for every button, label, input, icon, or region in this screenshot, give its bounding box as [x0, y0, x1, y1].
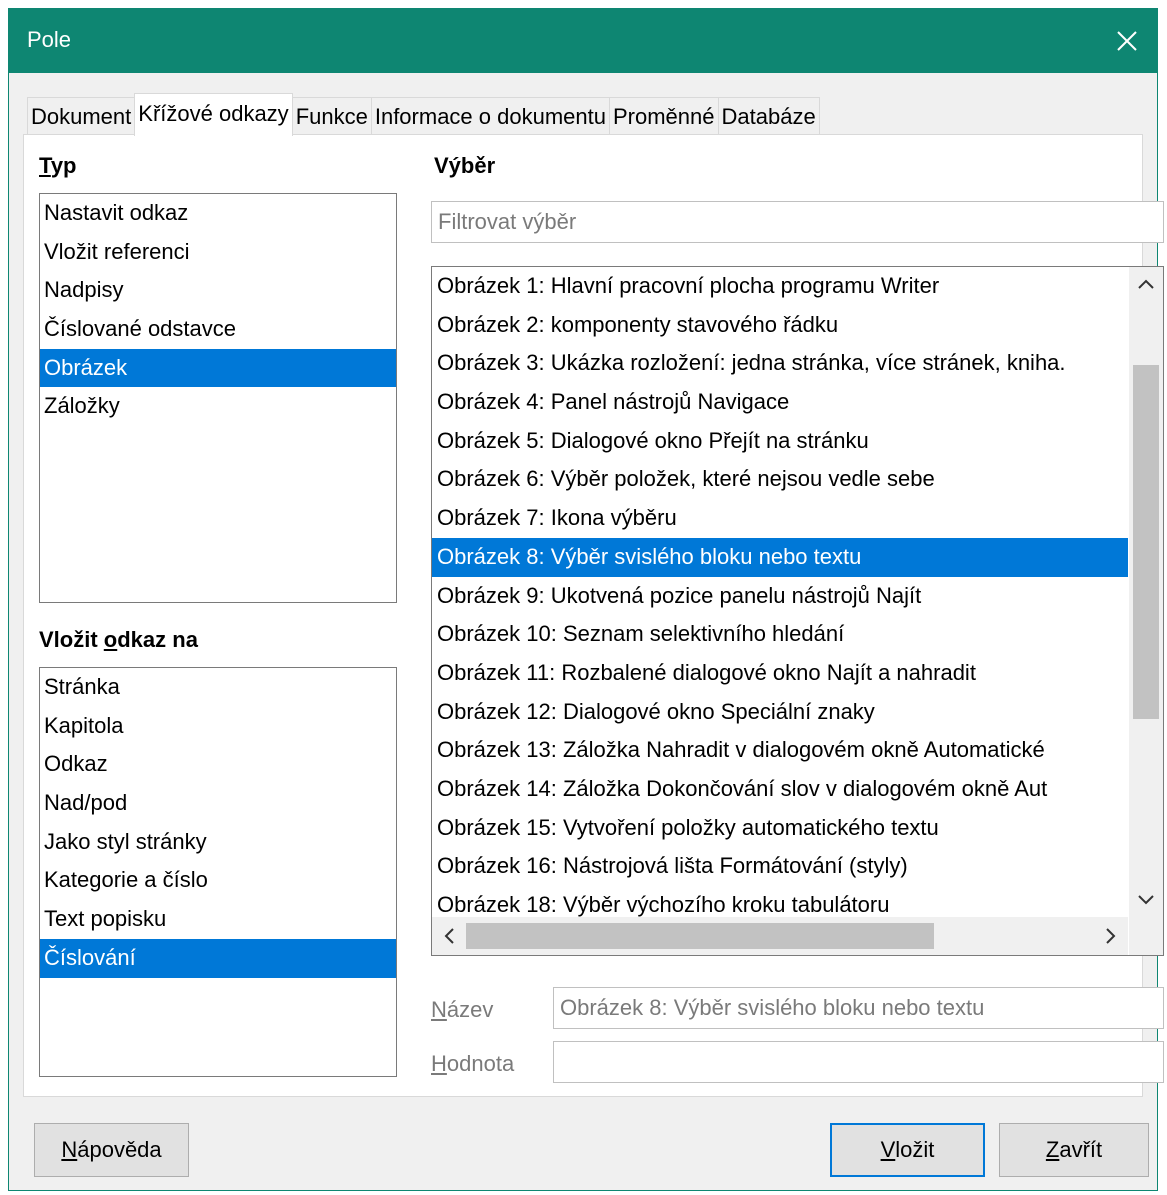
selection-rows: Obrázek 1: Hlavní pracovní plocha progra…: [432, 267, 1128, 917]
chevron-down-icon: [1138, 895, 1154, 905]
list-item[interactable]: Stránka: [40, 668, 396, 707]
list-item[interactable]: Obrázek 18: Výběr výchozího kroku tabulá…: [432, 886, 1128, 917]
tab-funkce[interactable]: Funkce: [291, 97, 372, 136]
list-item[interactable]: Text popisku: [40, 900, 396, 939]
list-item[interactable]: Nadpisy: [40, 271, 396, 310]
tab-panel: Typ Nastavit odkaz Vložit referenci Nadp…: [23, 134, 1164, 1097]
vertical-scrollbar[interactable]: [1129, 267, 1163, 917]
close-button[interactable]: Zavřít: [999, 1123, 1149, 1177]
tab-promenne[interactable]: Proměnné: [608, 97, 719, 136]
close-window-button[interactable]: [1097, 9, 1157, 73]
list-item-selected[interactable]: Obrázek: [40, 348, 396, 388]
type-list[interactable]: Nastavit odkaz Vložit referenci Nadpisy …: [39, 193, 397, 603]
list-item[interactable]: Odkaz: [40, 745, 396, 784]
value-field[interactable]: [553, 1041, 1164, 1083]
list-item[interactable]: Obrázek 5: Dialogové okno Přejít na strá…: [432, 422, 1128, 461]
dialog-window: Pole Dokument Křížové odkazy Funkce Info…: [8, 8, 1164, 1191]
value-label: Hodnota: [431, 1051, 515, 1076]
name-label: Název: [431, 997, 494, 1022]
selection-label: Výběr: [434, 153, 496, 178]
list-item[interactable]: Záložky: [40, 387, 396, 426]
list-item[interactable]: Obrázek 16: Nástrojová lišta Formátování…: [432, 847, 1128, 886]
scroll-right-button[interactable]: [1094, 917, 1128, 955]
chevron-right-icon: [1106, 928, 1116, 944]
chevron-left-icon: [444, 928, 454, 944]
tab-bar: Dokument Křížové odkazy Funkce Informace…: [27, 93, 820, 136]
list-item[interactable]: Jako styl stránky: [40, 823, 396, 862]
list-item[interactable]: Kapitola: [40, 707, 396, 746]
name-field[interactable]: Obrázek 8: Výběr svislého bloku nebo tex…: [553, 987, 1164, 1029]
list-item[interactable]: Nastavit odkaz: [40, 194, 396, 233]
list-item-selected[interactable]: Obrázek 8: Výběr svislého bloku nebo tex…: [432, 537, 1128, 577]
chevron-up-icon: [1138, 279, 1154, 289]
list-item[interactable]: Obrázek 2: komponenty stavového řádku: [432, 306, 1128, 345]
window-title: Pole: [27, 27, 72, 52]
selection-list[interactable]: Obrázek 1: Hlavní pracovní plocha progra…: [431, 266, 1164, 956]
list-item[interactable]: Obrázek 10: Seznam selektivního hledání: [432, 615, 1128, 654]
list-item[interactable]: Obrázek 1: Hlavní pracovní plocha progra…: [432, 267, 1128, 306]
horizontal-scroll-thumb[interactable]: [466, 923, 934, 949]
list-item[interactable]: Obrázek 7: Ikona výběru: [432, 499, 1128, 538]
help-button[interactable]: Nápověda: [34, 1123, 189, 1177]
scrollbar-corner: [1129, 917, 1163, 955]
vertical-scroll-thumb[interactable]: [1133, 365, 1159, 719]
list-item[interactable]: Obrázek 6: Výběr položek, které nejsou v…: [432, 460, 1128, 499]
list-item-selected[interactable]: Číslování: [40, 938, 396, 978]
scroll-up-button[interactable]: [1129, 267, 1163, 301]
list-item[interactable]: Obrázek 15: Vytvoření položky automatick…: [432, 809, 1128, 848]
tab-databaze[interactable]: Databáze: [717, 97, 820, 136]
list-item[interactable]: Obrázek 4: Panel nástrojů Navigace: [432, 383, 1128, 422]
list-item[interactable]: Obrázek 12: Dialogové okno Speciální zna…: [432, 693, 1128, 732]
list-item[interactable]: Obrázek 3: Ukázka rozložení: jedna strán…: [432, 344, 1128, 383]
scroll-down-button[interactable]: [1129, 883, 1163, 917]
insert-reference-label: Vložit odkaz na: [39, 627, 198, 652]
tab-informace-o-dokumentu[interactable]: Informace o dokumentu: [370, 97, 610, 136]
list-item[interactable]: Obrázek 11: Rozbalené dialogové okno Naj…: [432, 654, 1128, 693]
list-item[interactable]: Nad/pod: [40, 784, 396, 823]
filter-input[interactable]: Filtrovat výběr: [431, 201, 1164, 243]
list-item[interactable]: Obrázek 13: Záložka Nahradit v dialogové…: [432, 731, 1128, 770]
list-item[interactable]: Vložit referenci: [40, 233, 396, 272]
insert-reference-list[interactable]: Stránka Kapitola Odkaz Nad/pod Jako styl…: [39, 667, 397, 1077]
list-item[interactable]: Obrázek 14: Záložka Dokončování slov v d…: [432, 770, 1128, 809]
list-item[interactable]: Obrázek 9: Ukotvená pozice panelu nástro…: [432, 577, 1128, 616]
title-bar: Pole: [9, 9, 1157, 73]
list-item[interactable]: Číslované odstavce: [40, 310, 396, 349]
scroll-left-button[interactable]: [432, 917, 466, 955]
tab-krizove-odkazy[interactable]: Křížové odkazy: [134, 93, 293, 136]
insert-button[interactable]: Vložit: [830, 1123, 985, 1177]
horizontal-scrollbar[interactable]: [432, 917, 1128, 955]
type-label: Typ: [39, 153, 77, 178]
list-item[interactable]: Kategorie a číslo: [40, 861, 396, 900]
close-icon: [1117, 31, 1137, 51]
tab-dokument[interactable]: Dokument: [27, 97, 136, 136]
